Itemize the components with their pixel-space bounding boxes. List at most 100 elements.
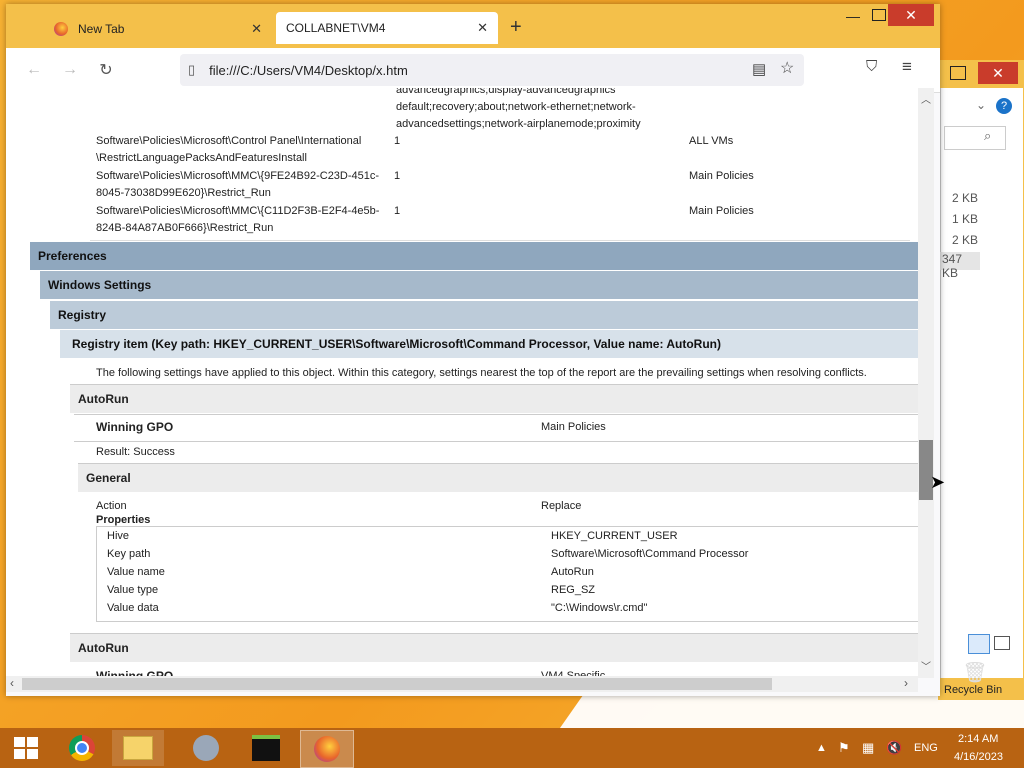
divider	[74, 441, 918, 442]
winning-gpo-label: Winning GPO	[96, 669, 174, 676]
section-registry[interactable]: Registry	[50, 301, 918, 329]
bookmark-star-icon[interactable]: ☆	[780, 58, 794, 78]
explorer-content	[940, 88, 1023, 678]
mouse-cursor-icon: ➤	[930, 472, 946, 492]
policy-gpo: ALL VMs	[689, 135, 734, 147]
language-indicator[interactable]: ENG	[914, 742, 938, 754]
property-key: Key path	[107, 548, 151, 560]
general-heading[interactable]: General	[78, 463, 918, 492]
file-size: 2 KB	[952, 233, 979, 247]
url-text: file:///C:/Users/VM4/Desktop/x.htm	[209, 62, 408, 78]
property-key: Hive	[107, 530, 130, 542]
terminal-icon	[252, 735, 280, 761]
recycle-bin-icon[interactable]: 🗑	[960, 660, 990, 684]
policy-gpo: Main Policies	[689, 205, 754, 217]
autorun-heading[interactable]: AutoRun	[70, 384, 918, 413]
file-explorer-taskbar-button[interactable]	[112, 730, 164, 766]
clock-time[interactable]: 2:14 AM	[958, 733, 998, 745]
maximize-icon[interactable]	[950, 66, 966, 80]
file-size: 2 KB	[952, 191, 979, 205]
policy-value: 1	[394, 135, 401, 147]
divider	[90, 240, 910, 241]
property-value: HKEY_CURRENT_USER	[551, 530, 678, 542]
winning-gpo-value: Main Policies	[541, 421, 606, 433]
property-value: "C:\Windows\r.cmd"	[551, 602, 648, 614]
back-button[interactable]: ←	[20, 56, 48, 84]
network-icon[interactable]: ▦	[862, 740, 874, 756]
tab-label: New Tab	[78, 22, 125, 36]
applied-note: The following settings have applied to t…	[96, 367, 867, 379]
property-key: Value type	[107, 584, 159, 596]
forward-button[interactable]: →	[56, 56, 84, 84]
action-value: Replace	[541, 500, 582, 512]
close-window-button[interactable]: ✕	[888, 4, 934, 26]
page-icon: ▯	[188, 62, 196, 77]
properties-table	[96, 526, 918, 622]
winning-gpo-label: Winning GPO	[96, 420, 174, 434]
policy-value: advancedgraphics;display-advancedgraphic…	[396, 88, 641, 130]
search-box[interactable]	[944, 126, 1006, 150]
firefox-icon	[54, 22, 68, 36]
recycle-bin-label: Recycle Bin	[944, 684, 1003, 696]
property-key: Value data	[107, 602, 159, 614]
property-value: Software\Microsoft\Command Processor	[551, 548, 749, 560]
chrome-taskbar-button[interactable]	[56, 730, 108, 766]
horizontal-scroll-thumb[interactable]	[22, 678, 772, 690]
scroll-up-icon[interactable]: ︿	[921, 91, 931, 106]
scroll-down-icon[interactable]: ﹀	[921, 658, 931, 673]
clock-date[interactable]: 4/16/2023	[954, 751, 1003, 763]
vertical-scrollbar[interactable]	[918, 88, 934, 678]
new-tab-button[interactable]: +	[510, 16, 522, 39]
policy-path: Software\Policies\Microsoft\MMC\{C11D2F3…	[96, 205, 380, 234]
tab-new-tab[interactable]: New Tab ✕	[50, 14, 272, 44]
scroll-right-icon[interactable]: ›	[904, 676, 908, 690]
winning-gpo-value: VM4 Specific	[541, 670, 606, 676]
app-icon	[193, 735, 219, 761]
policy-gpo: Main Policies	[689, 170, 754, 182]
scroll-left-icon[interactable]: ‹	[10, 676, 14, 690]
action-center-icon[interactable]: ⚑	[838, 740, 850, 756]
chevron-down-icon[interactable]: ⌄	[976, 98, 986, 112]
result-text: Result: Success	[96, 446, 175, 458]
menu-icon[interactable]: ≡	[902, 57, 912, 77]
terminal-taskbar-button[interactable]	[240, 730, 292, 766]
tab-collabnet[interactable]: COLLABNET\VM4 ✕	[276, 12, 498, 44]
close-tab-icon[interactable]: ✕	[251, 21, 262, 37]
minimize-icon[interactable]: —	[846, 8, 860, 24]
policy-path: Software\Policies\Microsoft\MMC\{9FE24B9…	[96, 170, 380, 199]
reader-view-icon[interactable]: ▤	[752, 60, 766, 78]
report-content: advancedgraphics;display-advancedgraphic…	[6, 88, 918, 676]
show-hidden-icons[interactable]: ▲	[816, 742, 827, 754]
chrome-icon	[69, 735, 95, 761]
reload-button[interactable]: ↻	[92, 56, 120, 84]
file-size-selected[interactable]: 347 KB	[940, 252, 980, 280]
volume-muted-icon[interactable]: 🔇	[886, 740, 902, 756]
section-preferences[interactable]: Preferences	[30, 242, 918, 270]
details-view-icon[interactable]	[968, 634, 990, 654]
close-tab-icon[interactable]: ✕	[477, 20, 488, 36]
divider	[74, 414, 918, 415]
section-windows-settings[interactable]: Windows Settings	[40, 271, 918, 299]
policy-value: 1	[394, 205, 401, 217]
folder-icon	[123, 736, 153, 760]
windows-logo-icon	[14, 737, 38, 759]
maximize-icon[interactable]	[872, 9, 886, 21]
policy-path: Software\Policies\Microsoft\Control Pane…	[96, 135, 362, 164]
property-value: REG_SZ	[551, 584, 596, 596]
property-value: AutoRun	[551, 566, 594, 578]
tab-label: COLLABNET\VM4	[286, 21, 386, 35]
autorun-heading[interactable]: AutoRun	[70, 633, 918, 662]
search-icon: ⌕	[984, 128, 992, 143]
url-bar[interactable]: ▯ file:///C:/Users/VM4/Desktop/x.htm	[180, 54, 804, 86]
policy-value: 1	[394, 170, 401, 182]
help-icon[interactable]: ?	[996, 98, 1012, 114]
property-key: Value name	[107, 566, 165, 578]
tiles-view-icon[interactable]	[994, 636, 1010, 650]
registry-item-header[interactable]: Registry item (Key path: HKEY_CURRENT_US…	[60, 330, 918, 358]
firefox-taskbar-button[interactable]	[300, 730, 354, 768]
firefox-icon	[314, 736, 340, 762]
app-taskbar-button[interactable]	[180, 730, 232, 766]
start-button[interactable]	[0, 730, 52, 766]
pocket-icon[interactable]: ⛉	[866, 58, 877, 75]
close-icon[interactable]: ✕	[978, 62, 1018, 84]
